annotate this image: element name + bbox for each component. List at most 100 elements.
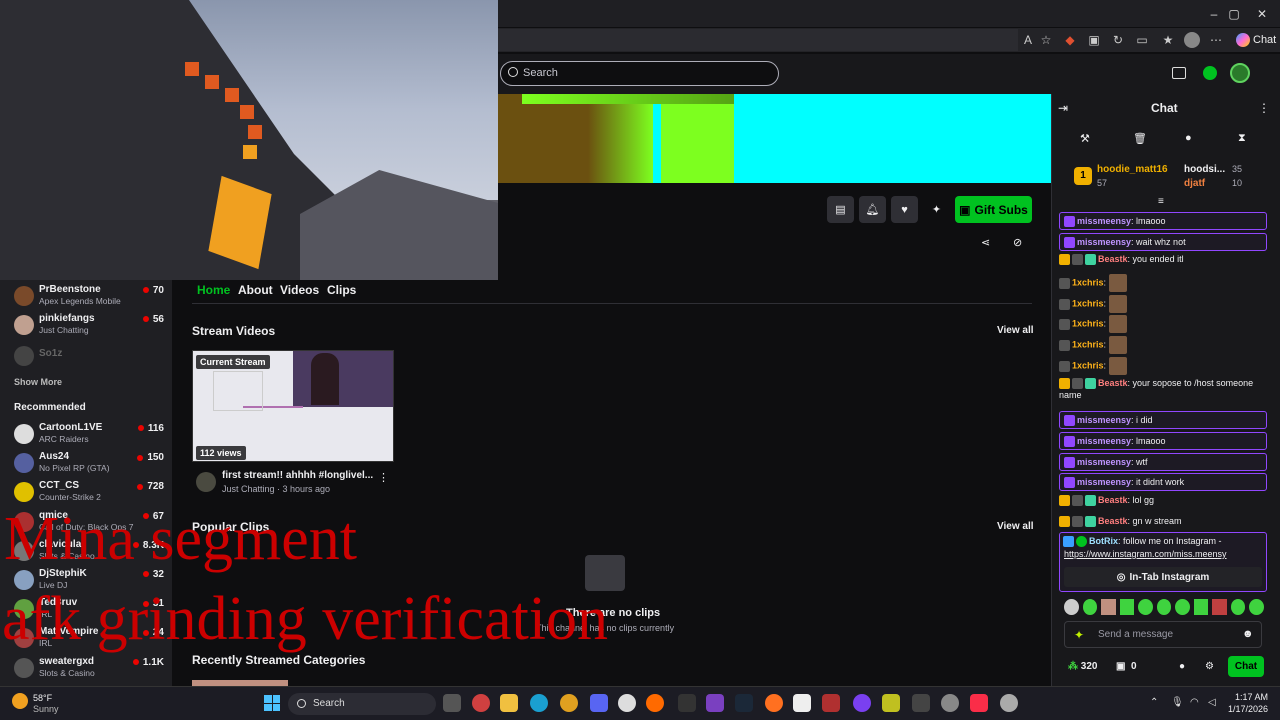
- chat-username[interactable]: 1xchris: [1072, 318, 1104, 328]
- refresh-icon[interactable]: ↻: [1110, 32, 1126, 48]
- file-explorer-icon[interactable]: [500, 694, 518, 712]
- sidebar-channel[interactable]: PrBeenstone Apex Legends Mobile 70: [14, 282, 164, 310]
- show-more-link[interactable]: Show More: [14, 377, 62, 387]
- video-player-overlay[interactable]: [0, 0, 498, 280]
- tray-chevron-icon[interactable]: ⌃: [1150, 697, 1158, 708]
- steam-icon[interactable]: [735, 694, 753, 712]
- hourglass-icon[interactable]: ⧗: [1238, 132, 1246, 145]
- favorites-icon[interactable]: ★: [1160, 32, 1176, 48]
- chat-username[interactable]: Beastk: [1098, 378, 1128, 388]
- app-icon[interactable]: [853, 694, 871, 712]
- sidebar-channel-offline[interactable]: So1z: [14, 342, 164, 370]
- channel-points[interactable]: ⁂ 320: [1068, 661, 1097, 672]
- instagram-link[interactable]: https://www.instagram.com/miss.meensy: [1064, 549, 1227, 559]
- chat-username[interactable]: Beastk: [1098, 254, 1128, 264]
- chat-username[interactable]: 1xchris: [1072, 298, 1104, 308]
- clock-date[interactable]: 1/17/2026: [1222, 704, 1268, 714]
- video-title[interactable]: first stream!! ahhhh #longlivel...: [222, 470, 373, 481]
- edge-icon[interactable]: [530, 694, 548, 712]
- task-view-icon[interactable]: [443, 694, 461, 712]
- sidebar-channel[interactable]: pinkiefangs Just Chatting 56: [14, 311, 164, 339]
- user-avatar[interactable]: [1230, 63, 1250, 83]
- close-window-button[interactable]: ✕: [1242, 0, 1280, 27]
- emote-icon[interactable]: [1193, 599, 1209, 615]
- emote-icon[interactable]: [1212, 599, 1227, 615]
- chat-bubble-icon[interactable]: ●: [1179, 661, 1185, 672]
- chat-username[interactable]: Beastk: [1098, 495, 1128, 505]
- app-icon[interactable]: [793, 694, 811, 712]
- weather-icon[interactable]: [12, 693, 28, 709]
- emote-icon[interactable]: [1101, 599, 1116, 615]
- search-input[interactable]: Search: [500, 61, 779, 86]
- start-button[interactable]: [264, 695, 280, 711]
- split-screen-icon[interactable]: ▭: [1134, 32, 1150, 48]
- volume-icon[interactable]: ◁: [1208, 697, 1216, 708]
- app-icon[interactable]: [1000, 694, 1018, 712]
- more-menu-icon[interactable]: ⋯: [1208, 32, 1224, 48]
- sidebar-channel[interactable]: CCT_CS Counter-Strike 2 728: [14, 478, 164, 506]
- chat-settings-icon[interactable]: ⋮: [1258, 101, 1270, 115]
- follow-heart-button[interactable]: ♥: [891, 196, 918, 223]
- chat-input[interactable]: Send a message: [1064, 621, 1262, 648]
- wifi-icon[interactable]: ◠: [1190, 697, 1199, 708]
- in-tab-instagram-button[interactable]: ◎ In-Tab Instagram: [1064, 567, 1262, 587]
- theater-button[interactable]: ▤: [827, 196, 854, 223]
- leaderboard-name[interactable]: hoodsi...: [1184, 164, 1225, 175]
- sidebar-channel[interactable]: sweatergxd Slots & Casino 1.1K: [14, 654, 164, 682]
- sparkle-icon[interactable]: ✦: [1074, 628, 1084, 642]
- chat-username[interactable]: missmeensy: [1077, 457, 1131, 467]
- video-category[interactable]: Just Chatting: [222, 484, 275, 494]
- sidebar-channel[interactable]: Aus24 No Pixel RP (GTA) 150: [14, 449, 164, 477]
- gift-count[interactable]: ▣ 0: [1116, 661, 1137, 672]
- emote-icon[interactable]: [1064, 599, 1079, 615]
- chat-username[interactable]: missmeensy: [1077, 477, 1131, 487]
- share-icon[interactable]: ⋖: [981, 236, 990, 249]
- read-aloud-icon[interactable]: A: [1020, 32, 1036, 48]
- tab-clips[interactable]: Clips: [327, 283, 356, 297]
- more-options-icon[interactable]: ⋮: [378, 471, 389, 484]
- chat-username[interactable]: BotRix: [1089, 536, 1118, 546]
- settings-icon[interactable]: [941, 694, 959, 712]
- emoji-picker-icon[interactable]: ☻: [1242, 628, 1254, 640]
- notification-button[interactable]: 🔔︎: [859, 196, 886, 223]
- chat-username[interactable]: 1xchris: [1072, 277, 1104, 287]
- extension-icon[interactable]: ◆: [1062, 32, 1078, 48]
- profile-avatar[interactable]: [1184, 32, 1200, 48]
- emote-icon[interactable]: [1138, 599, 1153, 615]
- weather-temp[interactable]: 58°F: [33, 693, 52, 703]
- chrome-icon[interactable]: [560, 694, 578, 712]
- chat-username[interactable]: 1xchris: [1072, 360, 1104, 370]
- app-icon[interactable]: [882, 694, 900, 712]
- tab-about[interactable]: About: [238, 283, 273, 297]
- leaderboard-name[interactable]: hoodie_matt16: [1097, 164, 1168, 175]
- emote-icon[interactable]: [1119, 599, 1135, 615]
- chat-username[interactable]: 1xchris: [1072, 339, 1104, 349]
- brave-icon[interactable]: [646, 694, 664, 712]
- address-bar[interactable]: [498, 29, 1018, 51]
- expand-leaderboard-icon[interactable]: ≡: [1158, 196, 1164, 207]
- hide-icon[interactable]: ⊘: [1013, 236, 1022, 249]
- collapse-chat-icon[interactable]: ⇥: [1058, 101, 1068, 115]
- clock-time[interactable]: 1:17 AM: [1222, 692, 1268, 702]
- firefox-icon[interactable]: [765, 694, 783, 712]
- app-icon[interactable]: [706, 694, 724, 712]
- copilot-chat-button[interactable]: Chat: [1232, 30, 1280, 50]
- tab-videos[interactable]: Videos: [280, 283, 319, 297]
- gear-icon[interactable]: ⚙: [1205, 661, 1214, 672]
- chat-send-button[interactable]: Chat: [1228, 656, 1264, 677]
- epic-games-icon[interactable]: [678, 694, 696, 712]
- tab-home[interactable]: Home: [197, 283, 230, 297]
- kick-icon[interactable]: [1203, 66, 1217, 80]
- view-all-clips-link[interactable]: View all: [997, 521, 1034, 532]
- avatar[interactable]: [196, 472, 216, 492]
- emote-icon[interactable]: [1082, 599, 1098, 615]
- chat-username[interactable]: missmeensy: [1077, 216, 1131, 226]
- extension-icon[interactable]: ▣: [1086, 32, 1102, 48]
- app-icon[interactable]: [472, 694, 490, 712]
- chat-username[interactable]: missmeensy: [1077, 436, 1131, 446]
- sidebar-channel[interactable]: CartoonL1VE ARC Raiders 116: [14, 420, 164, 448]
- favorite-star-icon[interactable]: ☆: [1038, 32, 1054, 48]
- music-icon[interactable]: [970, 694, 988, 712]
- view-all-videos-link[interactable]: View all: [997, 325, 1034, 336]
- gift-subs-button[interactable]: ▣ Gift Subs: [955, 196, 1032, 223]
